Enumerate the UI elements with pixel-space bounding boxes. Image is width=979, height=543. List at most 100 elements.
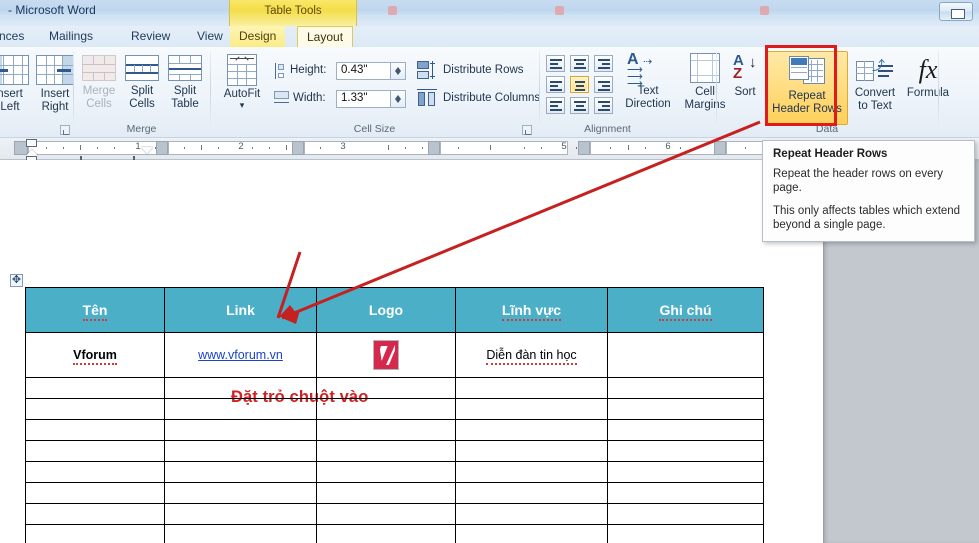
table-row[interactable] [25,398,764,420]
table-row[interactable] [25,503,764,525]
hanging-indent-marker[interactable] [26,149,38,156]
align-center-right-button[interactable] [594,76,613,93]
empty-cell[interactable] [455,398,608,420]
align-center-left-button[interactable] [546,76,565,93]
align-center-button[interactable] [570,76,589,93]
empty-cell[interactable] [455,524,608,543]
tab-layout[interactable]: Layout [297,26,354,48]
empty-cell[interactable] [25,398,165,420]
text-direction-icon: A ⇢ ⟶ ⟶ ⟶ [627,51,653,90]
empty-cell[interactable] [455,503,608,525]
align-bottom-left-button[interactable] [546,97,565,114]
ribbon-group-rows-columns: nsert Left Insert Right [0,47,74,138]
table-row[interactable] [25,482,764,504]
cell-ghi-chu[interactable] [607,332,764,378]
table-header-cell-ten[interactable]: Tên [25,287,165,333]
tab-design[interactable]: Design [230,26,286,47]
table-row[interactable] [25,440,764,462]
convert-to-text-button[interactable]: ⤴ Convert to Text [846,55,904,112]
align-top-left-button[interactable] [546,55,565,72]
empty-cell[interactable] [455,482,608,504]
cell-ten[interactable]: Vforum [25,332,165,378]
table-row[interactable] [25,377,764,399]
height-spinner[interactable] [391,62,406,80]
align-top-right-button[interactable] [594,55,613,72]
merge-cells-button[interactable]: Merge Cells [76,55,122,110]
align-top-center-button[interactable] [570,55,589,72]
tab-review[interactable]: Review [122,26,179,47]
empty-cell[interactable] [164,524,317,543]
rows-columns-dialog-launcher[interactable] [60,125,70,135]
empty-cell[interactable] [25,524,165,543]
titlebar-ghost-text-2 [565,4,568,16]
empty-cell[interactable] [25,461,165,483]
align-bottom-center-button[interactable] [570,97,589,114]
height-input[interactable]: 0.43" [336,62,391,80]
empty-cell[interactable] [164,398,317,420]
empty-cell[interactable] [25,440,165,462]
empty-cell[interactable] [607,419,764,441]
autofit-dropdown-arrow-icon[interactable]: ▾ [215,100,269,109]
table-header-cell-linh-vuc[interactable]: Lĩnh vực [455,287,608,333]
tab-mailings[interactable]: Mailings [40,26,102,47]
cell-linh-vuc[interactable]: Diễn đàn tin học [455,332,608,378]
table-row[interactable]: Vforum www.vforum.vn Diễn đàn tin học [25,332,764,378]
text-direction-button[interactable]: A ⇢ ⟶ ⟶ ⟶ Text Direction [618,51,678,110]
table-row[interactable] [25,419,764,441]
empty-cell[interactable] [607,524,764,543]
empty-cell[interactable] [455,461,608,483]
document-table[interactable]: Tên Link Logo Lĩnh vực Ghi chú Vforum ww… [25,287,764,543]
table-header-cell-ghi-chu[interactable]: Ghi chú [607,287,764,333]
tab-references[interactable]: nces [0,26,33,47]
empty-cell[interactable] [316,398,456,420]
width-input[interactable]: 1.33" [336,90,391,108]
right-indent-marker[interactable] [141,147,153,154]
split-table-button[interactable]: Split Table [162,55,208,110]
empty-cell[interactable] [607,482,764,504]
cell-link[interactable]: www.vforum.vn [164,332,317,378]
empty-cell[interactable] [164,377,317,399]
table-header-cell-logo[interactable]: Logo [316,287,456,333]
empty-cell[interactable] [607,377,764,399]
tab-view[interactable]: View [188,26,232,47]
empty-cell[interactable] [316,377,456,399]
table-row[interactable] [25,524,764,543]
empty-cell[interactable] [607,503,764,525]
empty-cell[interactable] [607,398,764,420]
distribute-columns-button[interactable]: Distribute Columns [443,92,540,104]
empty-cell[interactable] [316,482,456,504]
first-line-indent-marker[interactable] [26,139,37,147]
table-header-row[interactable]: Tên Link Logo Lĩnh vực Ghi chú [25,287,764,333]
empty-cell[interactable] [164,419,317,441]
table-header-cell-link[interactable]: Link [164,287,317,333]
empty-cell[interactable] [25,482,165,504]
empty-cell[interactable] [455,419,608,441]
empty-cell[interactable] [164,482,317,504]
autofit-button[interactable]: AutoFit ▾ [215,54,269,109]
align-bottom-right-button[interactable] [594,97,613,114]
empty-cell[interactable] [25,377,165,399]
empty-cell[interactable] [316,503,456,525]
table-row[interactable] [25,461,764,483]
restore-window-button[interactable] [939,2,973,21]
empty-cell[interactable] [455,440,608,462]
table-move-handle[interactable]: ✥ [10,274,23,287]
empty-cell[interactable] [25,419,165,441]
empty-cell[interactable] [316,524,456,543]
split-cells-button[interactable]: Split Cells [120,55,164,110]
empty-cell[interactable] [455,377,608,399]
width-spinner[interactable] [391,90,406,108]
sort-button[interactable]: A Z ↓ Sort [723,52,767,99]
empty-cell[interactable] [607,461,764,483]
distribute-rows-button[interactable]: Distribute Rows [443,64,524,76]
empty-cell[interactable] [164,461,317,483]
empty-cell[interactable] [25,503,165,525]
formula-button[interactable]: fx Formula [899,55,957,100]
empty-cell[interactable] [164,503,317,525]
empty-cell[interactable] [607,440,764,462]
empty-cell[interactable] [164,440,317,462]
empty-cell[interactable] [316,419,456,441]
empty-cell[interactable] [316,461,456,483]
cell-logo[interactable] [316,332,456,378]
empty-cell[interactable] [316,440,456,462]
